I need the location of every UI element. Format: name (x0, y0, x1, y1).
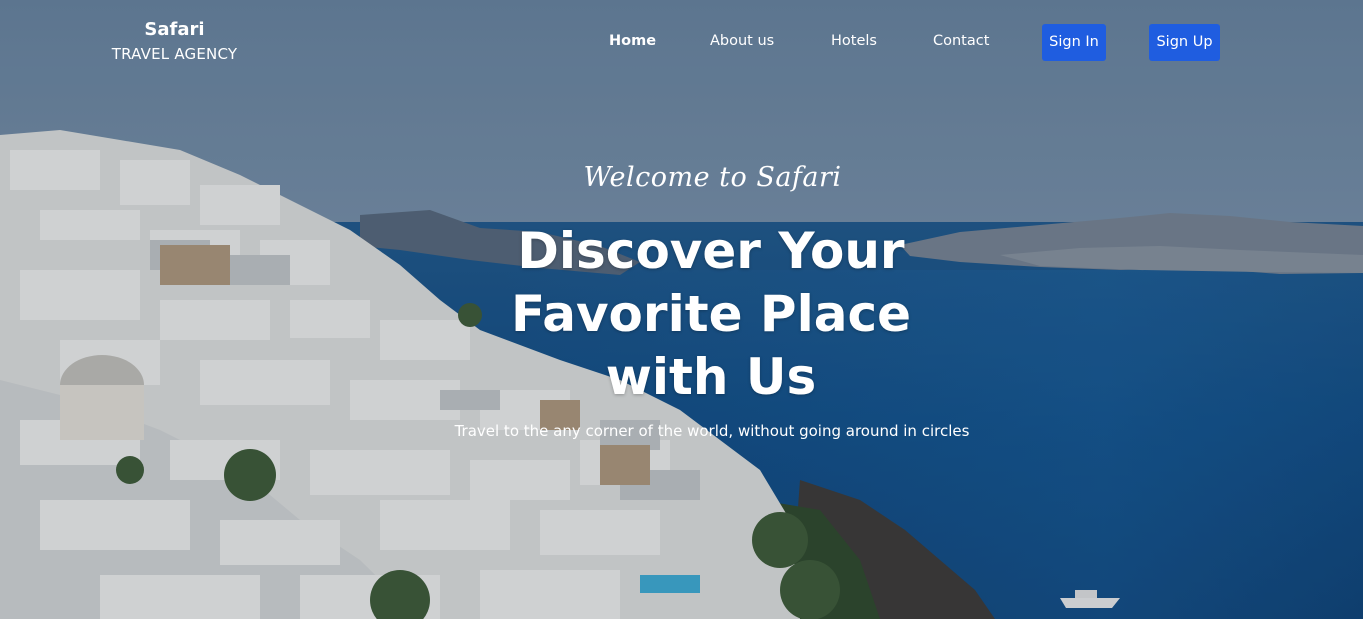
nav-link-home[interactable]: Home (609, 30, 656, 52)
brand-subtitle: TRAVEL AGENCY (111, 45, 238, 63)
hero-headline: Discover Your Favorite Place with Us (381, 220, 1041, 409)
nav-link-contact[interactable]: Contact (933, 30, 989, 52)
nav-link-hotels[interactable]: Hotels (831, 30, 877, 52)
nav-link-about-us[interactable]: About us (710, 30, 774, 52)
brand-name: Safari (144, 19, 205, 40)
hero-tagline: Travel to the any corner of the world, w… (454, 422, 970, 440)
hero-section: Safari TRAVEL AGENCY Home About us Hotel… (0, 0, 1363, 619)
sign-up-button[interactable]: Sign Up (1149, 24, 1220, 61)
hero-welcome-text: Welcome to Safari (583, 162, 842, 193)
hero-headline-line-2: Favorite Place (511, 285, 911, 343)
hero-headline-line-3: with Us (605, 348, 817, 406)
sign-in-button[interactable]: Sign In (1042, 24, 1106, 61)
brand-logo[interactable]: Safari TRAVEL AGENCY (102, 18, 247, 66)
hero-headline-line-1: Discover Your (517, 222, 905, 280)
